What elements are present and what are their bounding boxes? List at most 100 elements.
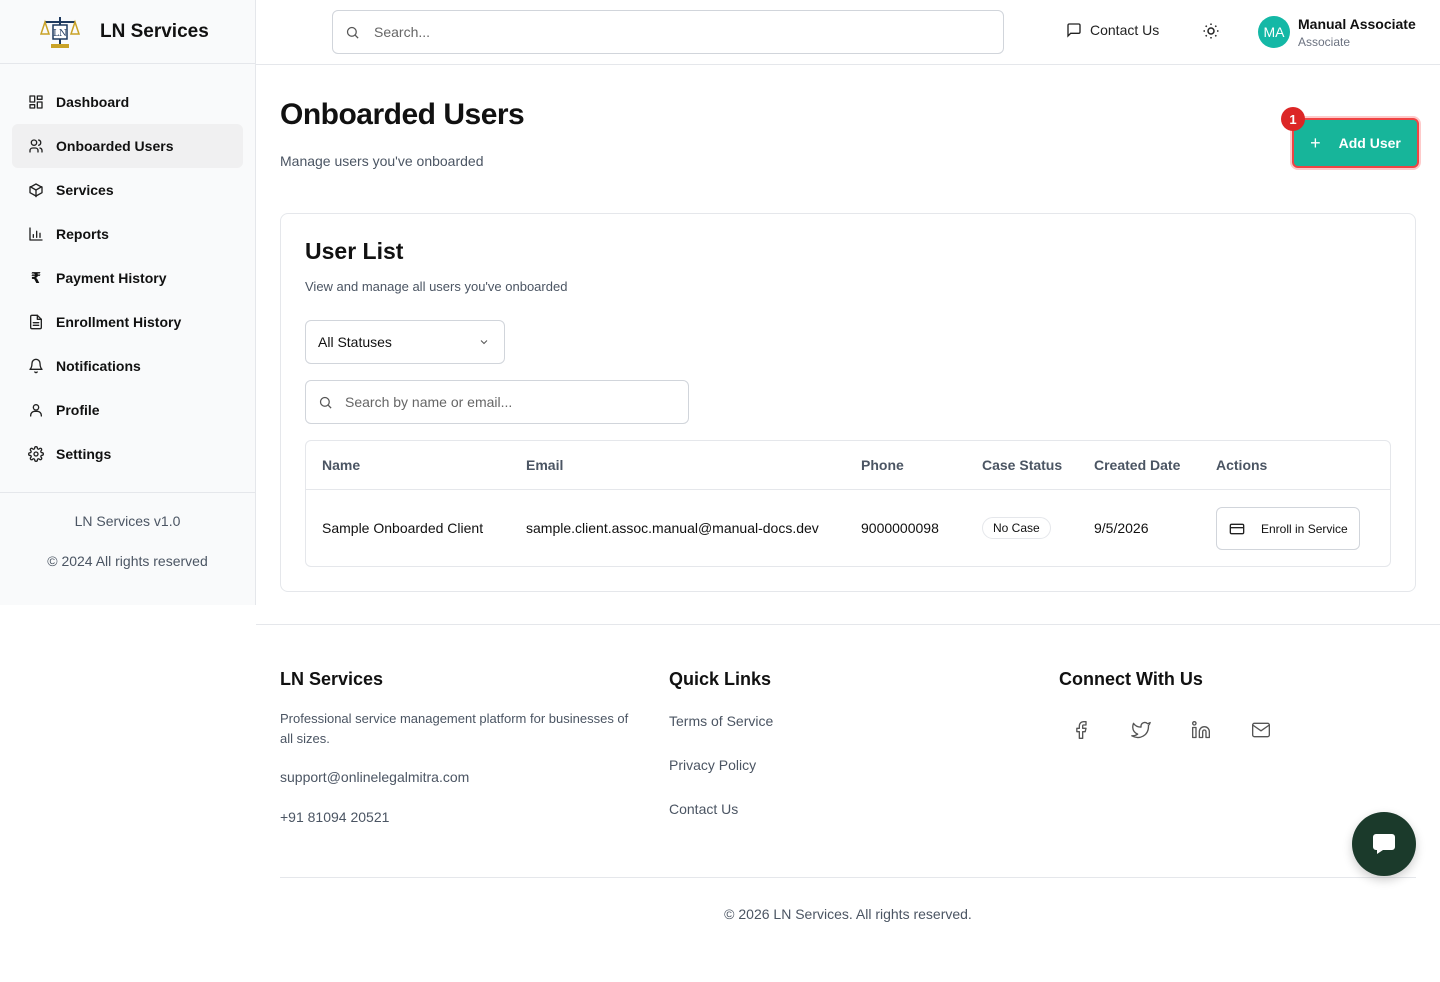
bar-chart-icon: [29, 227, 43, 241]
sidebar-item-onboarded-users[interactable]: Onboarded Users: [12, 124, 243, 168]
sidebar: LN LN Services Dashboard Onboarded Users…: [0, 0, 256, 605]
facebook-link[interactable]: [1071, 720, 1093, 742]
column-header-case-status[interactable]: Case Status: [982, 441, 1062, 490]
chevron-down-icon: [480, 340, 488, 345]
facebook-icon: [1076, 721, 1087, 739]
sidebar-item-settings[interactable]: Settings: [12, 432, 243, 476]
contact-us-label: Contact Us: [1090, 22, 1160, 38]
sidebar-item-label: Notifications: [56, 358, 141, 374]
footer-email[interactable]: support@onlinelegalmitra.com: [280, 767, 469, 787]
footer-brand: LN Services: [280, 669, 384, 689]
users-icon: [29, 139, 43, 153]
sidebar-item-label: Profile: [56, 402, 100, 418]
sidebar-item-label: Settings: [56, 446, 112, 462]
email-link[interactable]: [1251, 720, 1273, 742]
search-input[interactable]: [374, 24, 974, 40]
top-header: Contact Us MA Manual Associate Associate: [256, 0, 1440, 65]
footer-copyright: © 2026 LN Services. All rights reserved.: [724, 906, 972, 922]
column-header-name[interactable]: Name: [322, 441, 360, 490]
connect-title: Connect With Us: [1059, 669, 1203, 689]
enroll-label: Enroll in Service: [1261, 521, 1348, 536]
sidebar-item-label: Services: [56, 182, 114, 198]
footer-link-terms[interactable]: Terms of Service: [669, 713, 773, 729]
column-header-actions: Actions: [1216, 457, 1268, 473]
box-icon: [29, 183, 43, 198]
status-filter-select[interactable]: All Statuses: [305, 320, 505, 364]
enroll-in-service-button[interactable]: Enroll in Service: [1216, 507, 1360, 550]
user-name[interactable]: Manual Associate: [1298, 16, 1416, 32]
gear-icon: [28, 446, 44, 462]
sidebar-footer: LN Services v1.0 © 2024 All rights reser…: [0, 493, 255, 593]
credit-card-icon: [1229, 523, 1245, 534]
plus-icon: +: [1310, 132, 1321, 153]
sidebar-item-profile[interactable]: Profile: [12, 388, 243, 432]
sidebar-item-label: Dashboard: [56, 94, 130, 110]
status-filter-value: All Statuses: [318, 334, 392, 350]
app-version: LN Services v1.0: [74, 513, 181, 529]
status-badge: No Case: [982, 517, 1051, 539]
sidebar-item-label: Onboarded Users: [56, 138, 174, 154]
page-title: Onboarded Users: [280, 98, 525, 131]
cell-created-date: 9/5/2026: [1094, 520, 1149, 536]
footer-link-contact[interactable]: Contact Us: [669, 801, 738, 817]
quick-links-title: Quick Links: [669, 669, 772, 689]
user-icon: [30, 404, 42, 417]
footer-description: Professional service management platform…: [280, 711, 629, 746]
mail-icon: [1252, 722, 1270, 738]
card-title: User List: [305, 238, 404, 264]
sidebar-copyright: © 2024 All rights reserved: [47, 553, 208, 569]
step-badge: 1: [1281, 107, 1305, 131]
sidebar-item-label: Payment History: [56, 270, 167, 286]
chat-bubble-icon: [1373, 834, 1395, 854]
sidebar-item-label: Enrollment History: [56, 314, 182, 330]
sidebar-item-services[interactable]: Services: [12, 168, 243, 212]
footer-phone[interactable]: +91 81094 20521: [280, 807, 389, 827]
column-header-created-date[interactable]: Created Date: [1094, 441, 1180, 490]
search-icon: [346, 26, 359, 39]
user-search-input[interactable]: [345, 394, 675, 410]
twitter-icon: [1131, 721, 1151, 739]
linkedin-icon: [1192, 721, 1210, 739]
svg-text:LN: LN: [53, 29, 67, 39]
sidebar-item-label: Reports: [56, 226, 109, 242]
column-header-email[interactable]: Email: [526, 441, 563, 490]
page-subtitle: Manage users you've onboarded: [280, 153, 484, 169]
cell-name: Sample Onboarded Client: [322, 520, 484, 536]
rupee-icon: ₹: [30, 270, 42, 287]
search-icon: [319, 396, 332, 409]
sidebar-item-reports[interactable]: Reports: [12, 212, 243, 256]
cell-phone: 9000000098: [861, 520, 939, 536]
column-header-phone[interactable]: Phone: [861, 441, 904, 490]
cell-email: sample.client.assoc.manual@manual-docs.d…: [526, 520, 819, 536]
user-role: Associate: [1298, 35, 1351, 49]
user-search[interactable]: [305, 380, 689, 424]
sidebar-item-notifications[interactable]: Notifications: [12, 344, 243, 388]
chat-widget-button[interactable]: [1352, 812, 1416, 876]
user-list-card: User List View and manage all users you'…: [280, 213, 1416, 592]
sun-icon: [1203, 23, 1219, 39]
footer-bottom-divider: [280, 877, 1416, 878]
card-subtitle: View and manage all users you've onboard…: [305, 279, 568, 294]
avatar[interactable]: MA: [1258, 16, 1290, 48]
add-user-button[interactable]: + Add User: [1292, 118, 1419, 168]
sidebar-item-dashboard[interactable]: Dashboard: [12, 80, 243, 124]
twitter-link[interactable]: [1131, 720, 1153, 742]
brand-name: LN Services: [100, 20, 209, 42]
footer-divider: [256, 624, 1440, 625]
bell-icon: [29, 358, 43, 374]
sidebar-item-enrollment-history[interactable]: Enrollment History: [12, 300, 243, 344]
footer-link-privacy[interactable]: Privacy Policy: [669, 757, 756, 773]
users-table: Name Email Phone Case Status Created Dat…: [305, 440, 1391, 567]
contact-us-button[interactable]: Contact Us: [1066, 22, 1159, 38]
linkedin-link[interactable]: [1191, 720, 1213, 742]
sidebar-item-payment-history[interactable]: ₹ Payment History: [12, 256, 243, 300]
dashboard-icon: [29, 95, 43, 109]
theme-toggle-button[interactable]: [1202, 22, 1222, 42]
brand[interactable]: LN LN Services: [0, 0, 255, 64]
sidebar-nav: Dashboard Onboarded Users Services Repor…: [0, 64, 255, 493]
scales-logo-icon: LN: [40, 16, 80, 48]
global-search[interactable]: [332, 10, 1004, 54]
message-icon: [1067, 23, 1081, 38]
add-user-label: Add User: [1338, 135, 1401, 151]
document-icon: [30, 314, 42, 330]
